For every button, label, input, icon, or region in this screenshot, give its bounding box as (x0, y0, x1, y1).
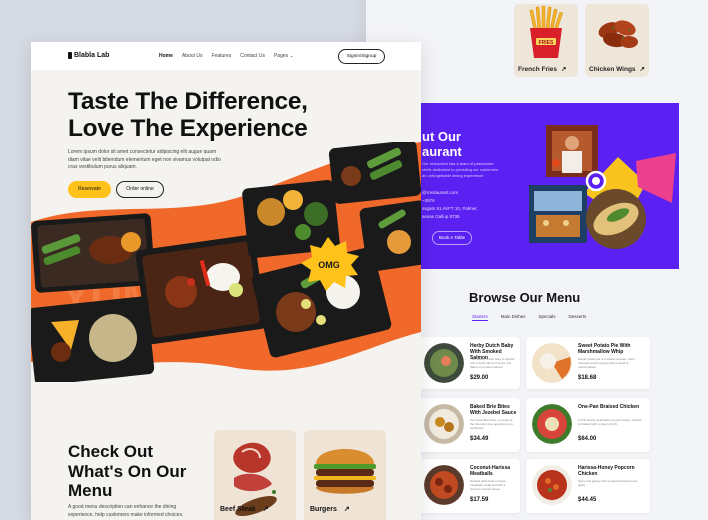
dish-card[interactable]: Harissa-Honey Popcorn Chicken Spicy and … (526, 459, 650, 513)
signin-signup-button[interactable]: Signin/Signup (338, 49, 385, 64)
dish-name: Coconut-Harissa Meatballs (470, 465, 511, 477)
svg-text:FRIES: FRIES (539, 40, 554, 46)
dish-name: Baked Brie Bites With Jezebel Sauce (470, 404, 517, 416)
menu-card-chicken-wings[interactable]: Chicken Wings ↗ (585, 4, 649, 77)
arrow-up-right-icon: ↗ (262, 506, 269, 513)
dish-price: $29.00 (470, 375, 489, 381)
dish-name: One-Pan Braised Chicken (578, 404, 640, 410)
dish-description: Sweet potato pie is a classic dessert, o… (578, 357, 635, 369)
dish-description: For these Brie bites, a couple of the tr… (470, 418, 513, 430)
category-card-burgers[interactable]: Burgers ↗ (304, 430, 386, 520)
brand-mark-icon (68, 52, 72, 59)
brand-logo[interactable]: Blabla Lab (68, 52, 109, 59)
tab-starters[interactable]: Starters (472, 314, 488, 321)
front-page: Blabla Lab Home About Us Features Contac… (31, 42, 421, 520)
menu-section-subtitle: A good menu description can enhance the … (68, 504, 184, 518)
dish-name: Sweet Potato Pie With Marshmallow Whip (578, 343, 631, 355)
nav-link-home[interactable]: Home (159, 53, 173, 59)
dish-image (532, 465, 572, 505)
about-title: ut Our aurant (422, 129, 462, 159)
dish-card[interactable]: Herby Dutch Baby With Smoked Salmon This… (418, 337, 520, 389)
dish-description: Spicy and glossy with a sweet harissa-ho… (578, 479, 638, 487)
dish-price: $17.59 (470, 497, 489, 503)
french-fries-image: FRIES (514, 4, 578, 62)
dish-name: Harissa-Honey Popcorn Chicken (578, 465, 635, 477)
nav-link-features[interactable]: Features (211, 53, 231, 59)
tab-desserts[interactable]: Desserts (569, 314, 587, 321)
omg-badge-text: OMG (318, 260, 340, 270)
dish-description: In this hearty weeknight one-pan recipe,… (578, 418, 643, 426)
arrow-up-right-icon: ↗ (639, 66, 645, 73)
french-fries-label: French Fries ↗ (518, 66, 567, 73)
tab-specials[interactable]: Specials (539, 314, 556, 321)
dish-price: $64.00 (578, 436, 597, 442)
dish-image (532, 343, 572, 383)
dish-image (532, 404, 572, 444)
restaurant-photo-collage (529, 125, 676, 249)
navbar: Blabla Lab Home About Us Features Contac… (31, 42, 421, 70)
dish-description: Harissa adds heat to these meatballs, ba… (470, 479, 506, 491)
browse-menu-title: Browse Our Menu (469, 290, 581, 305)
dish-card[interactable]: One-Pan Braised Chicken In this hearty w… (526, 398, 650, 452)
chicken-wings-image (585, 4, 649, 62)
menu-card-french-fries[interactable]: FRIES French Fries ↗ (514, 4, 578, 77)
dish-description: This savory Dutch baby is topped with a … (470, 357, 515, 369)
nav-link-about[interactable]: About Us (182, 53, 203, 59)
dish-image (424, 404, 464, 444)
nav-links: Home About Us Features Contact Us Pages … (159, 53, 294, 59)
hero-food-image: YUM OMG (31, 142, 421, 382)
dish-price: $44.45 (578, 497, 597, 503)
hero-title: Taste The Difference, Love The Experienc… (68, 88, 308, 142)
menu-section-title: Check Out What's On Our Menu (68, 442, 187, 500)
nav-link-pages[interactable]: Pages ⌄ (274, 53, 294, 59)
chevron-down-icon: ⌄ (289, 53, 294, 59)
dish-image (424, 343, 464, 383)
dish-card[interactable]: Sweet Potato Pie With Marshmallow Whip S… (526, 337, 650, 389)
beef-steak-label: Beef Steak ↗ (220, 506, 269, 513)
tab-main-dishes[interactable]: Main Dishes (501, 314, 526, 321)
showcase-canvas: FRIES French Fries ↗ Chicken Wings ↗ ut Ou… (0, 0, 708, 520)
arrow-up-right-icon: ↗ (343, 506, 350, 513)
chicken-wings-label: Chicken Wings ↗ (589, 66, 645, 73)
dish-image (424, 465, 464, 505)
book-table-button[interactable]: Book A Table (432, 231, 472, 245)
dish-card[interactable]: Baked Brie Bites With Jezebel Sauce For … (418, 398, 520, 452)
dish-price: $34.49 (470, 436, 489, 442)
about-subtitle: Our restaurant has a team of passionate … (422, 161, 499, 178)
arrow-up-right-icon: ↗ (561, 66, 567, 73)
dish-card[interactable]: Coconut-Harissa Meatballs Harissa adds h… (418, 459, 520, 513)
meal-box (135, 234, 267, 345)
dish-price: $18.68 (578, 375, 597, 381)
meal-box (31, 296, 155, 382)
menu-tabs: Starters Main Dishes Specials Desserts (472, 314, 586, 321)
burgers-label: Burgers ↗ (310, 506, 350, 513)
about-contact-info: @rrestaurant.com ~3976 ssgatn 51 AVFT 10… (422, 190, 478, 219)
meal-box (328, 142, 421, 204)
nav-link-contact[interactable]: Contact Us (240, 53, 265, 59)
category-card-beef-steak[interactable]: Beef Steak ↗ (214, 430, 296, 520)
